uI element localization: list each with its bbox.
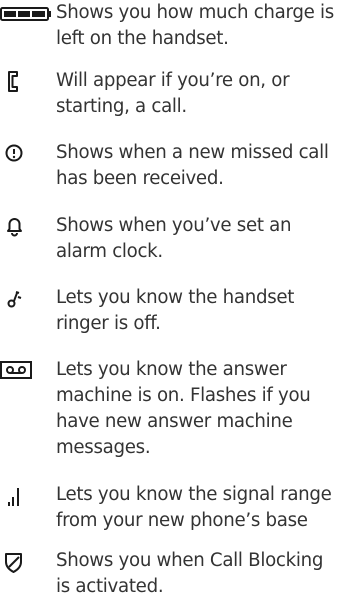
list-item-text: Shows when a new missed call has been re… [56, 142, 329, 189]
phone-handset-icon [0, 68, 52, 94]
list-item-text: Shows you when Call Blocking is activate… [56, 550, 324, 597]
battery-icon [0, 0, 52, 26]
ringer-off-icon [0, 285, 52, 311]
signal-strength-icon [0, 482, 52, 508]
call-blocking-shield-icon [0, 548, 52, 574]
list-item-text: Shows when you’ve set an alarm clock. [56, 215, 292, 262]
list-item-text: Will appear if you’re on, or starting, a… [56, 70, 290, 117]
answer-machine-icon [0, 357, 52, 383]
list-item-text: Lets you know the signal range from your… [56, 484, 332, 531]
missed-call-alert-icon [0, 140, 52, 166]
list-item-text: Lets you know the handset ringer is off. [56, 287, 295, 334]
alarm-bell-icon [0, 213, 52, 239]
list-item-text: Lets you know the answer machine is on. … [56, 359, 311, 458]
list-item-text: Shows you how much charge is left on the… [56, 2, 334, 49]
